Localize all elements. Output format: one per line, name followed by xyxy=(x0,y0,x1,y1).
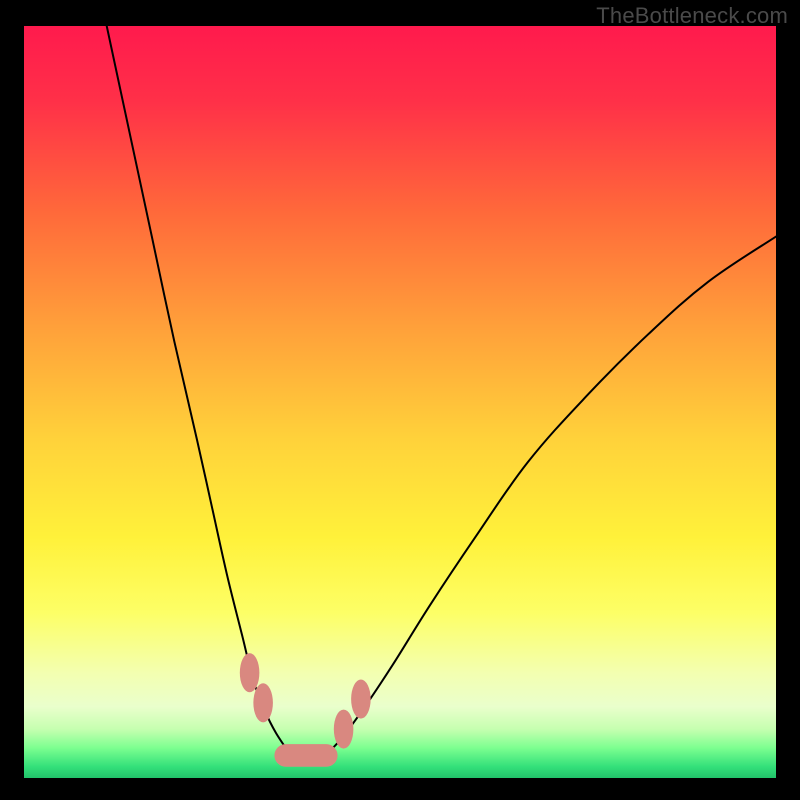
curve-right-branch xyxy=(325,237,776,756)
curves-layer xyxy=(24,26,776,778)
chart-frame: TheBottleneck.com xyxy=(0,0,800,800)
watermark-label: TheBottleneck.com xyxy=(596,3,788,29)
curve-left-branch xyxy=(107,26,291,755)
plot-area xyxy=(24,26,776,778)
